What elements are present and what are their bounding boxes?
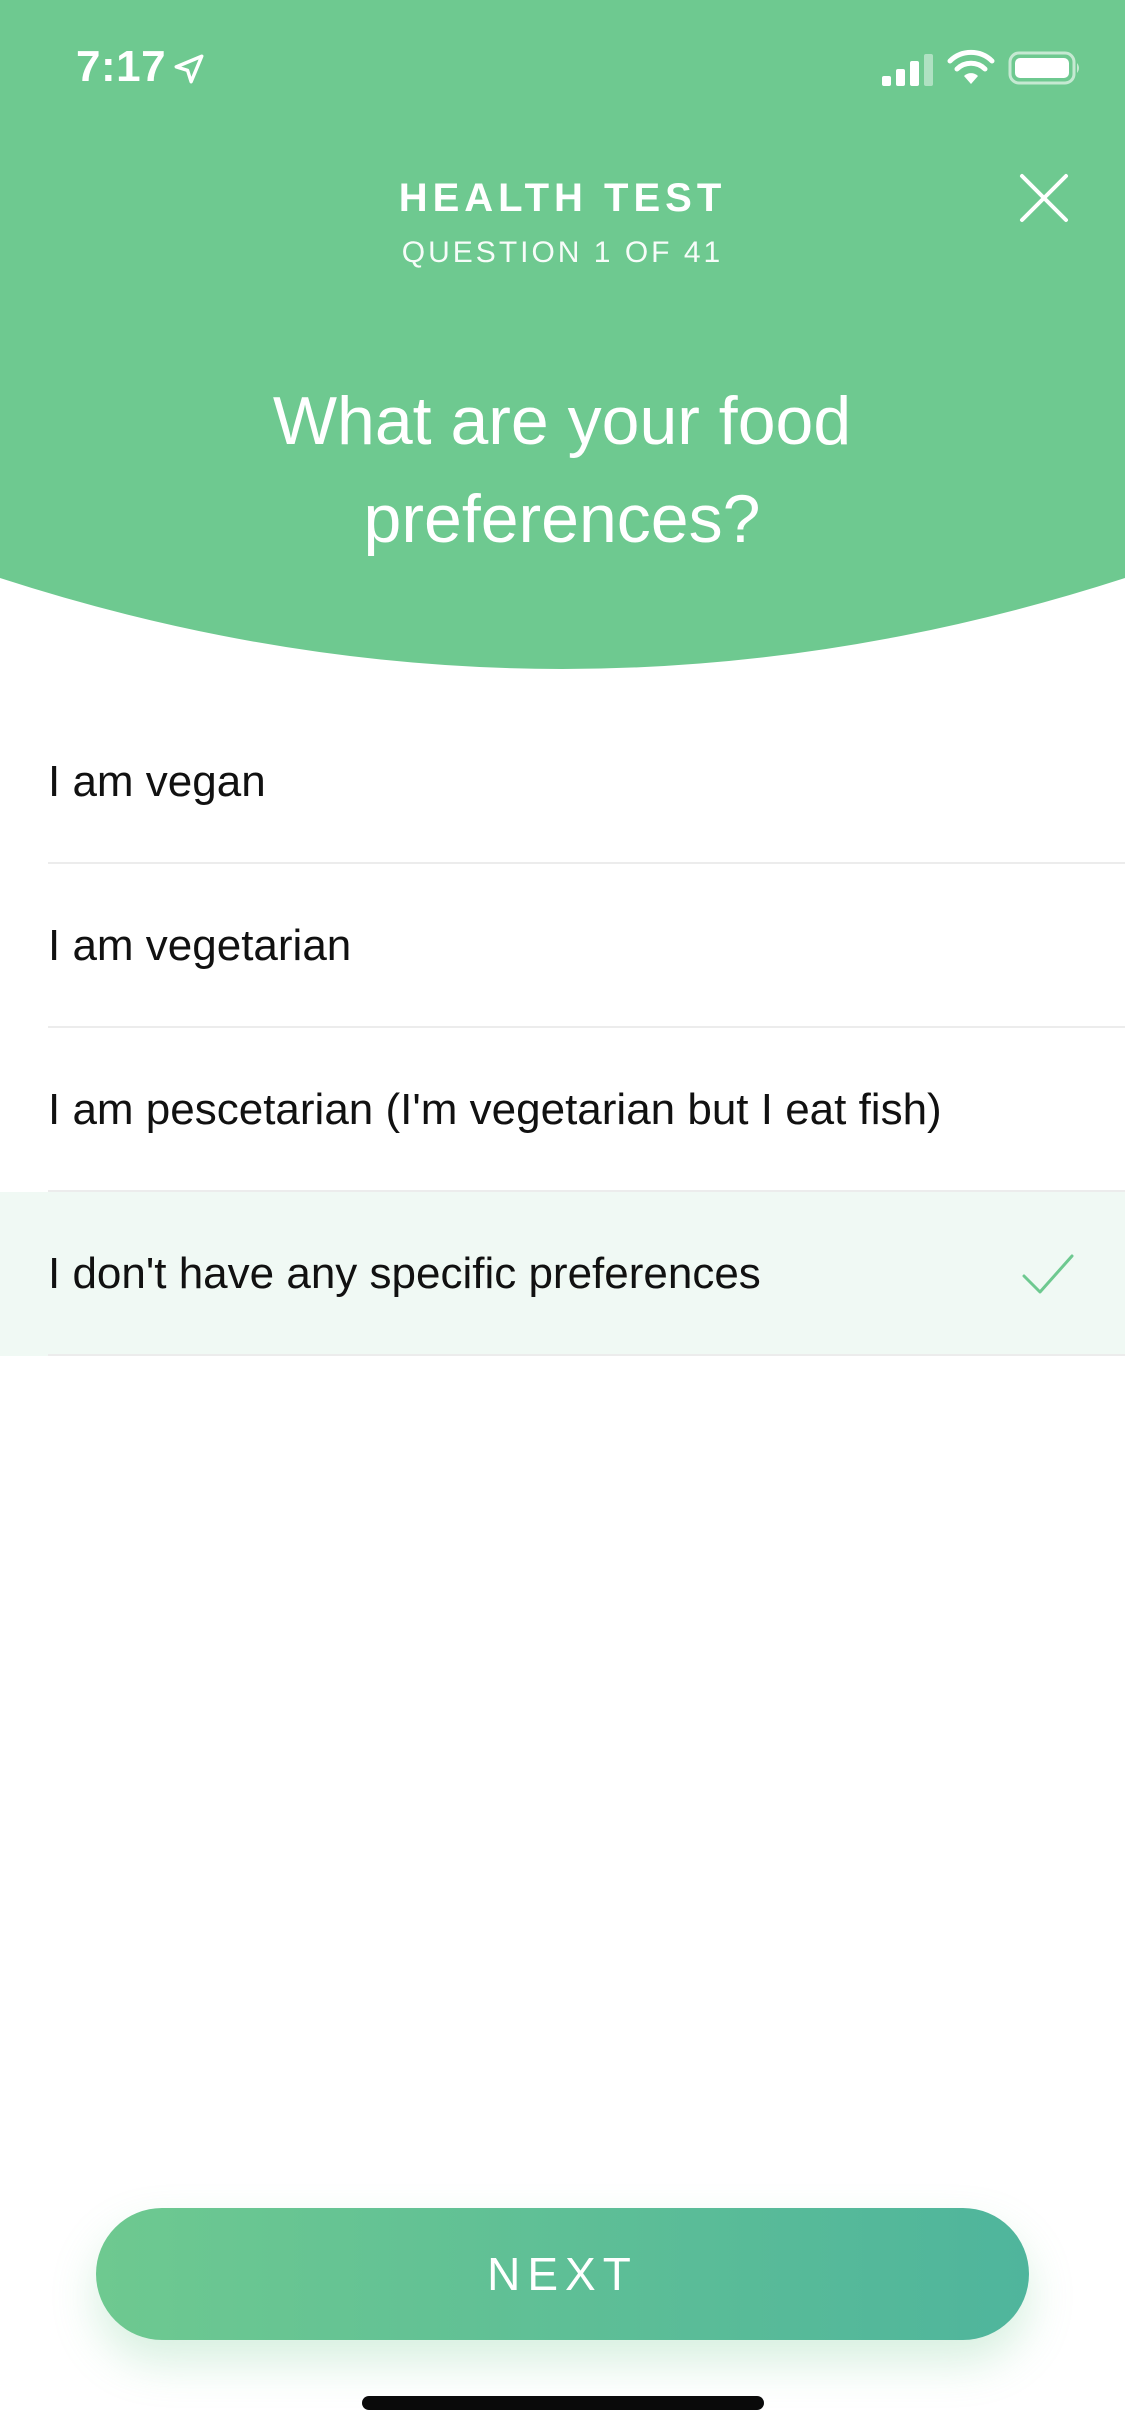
header-title: HEALTH TEST bbox=[398, 176, 727, 220]
option-no-preference[interactable]: I don't have any specific preferences bbox=[0, 1192, 1125, 1356]
option-vegan[interactable]: I am vegan bbox=[0, 700, 1125, 864]
option-label: I am pescetarian (I'm vegetarian but I e… bbox=[48, 1085, 942, 1134]
health-test-screen: 7:17 HEALTH TEST QUESTION 1 OF 41 What a… bbox=[0, 0, 1125, 2436]
battery-icon bbox=[1008, 51, 1079, 85]
next-button[interactable]: NEXT bbox=[96, 2208, 1029, 2340]
answer-options-list: I am vegan I am vegetarian I am pescetar… bbox=[0, 700, 1125, 1356]
option-label: I am vegan bbox=[48, 757, 266, 806]
option-vegetarian[interactable]: I am vegetarian bbox=[0, 864, 1125, 1028]
checkmark-icon bbox=[1022, 1254, 1074, 1294]
home-indicator[interactable] bbox=[362, 2396, 764, 2410]
wifi-icon bbox=[947, 49, 995, 84]
option-label: I am vegetarian bbox=[48, 921, 352, 970]
question-text: What are your food preferences? bbox=[272, 383, 852, 557]
divider bbox=[48, 1354, 1125, 1356]
close-icon[interactable] bbox=[1016, 170, 1072, 226]
location-arrow-icon bbox=[174, 54, 204, 84]
question-counter: QUESTION 1 OF 41 bbox=[401, 236, 724, 269]
option-pescetarian[interactable]: I am pescetarian (I'm vegetarian but I e… bbox=[0, 1028, 1125, 1192]
status-bar: 7:17 bbox=[0, 0, 1125, 130]
status-time: 7:17 bbox=[76, 42, 167, 91]
cellular-signal-icon bbox=[882, 54, 933, 86]
option-label: I don't have any specific preferences bbox=[48, 1249, 761, 1298]
